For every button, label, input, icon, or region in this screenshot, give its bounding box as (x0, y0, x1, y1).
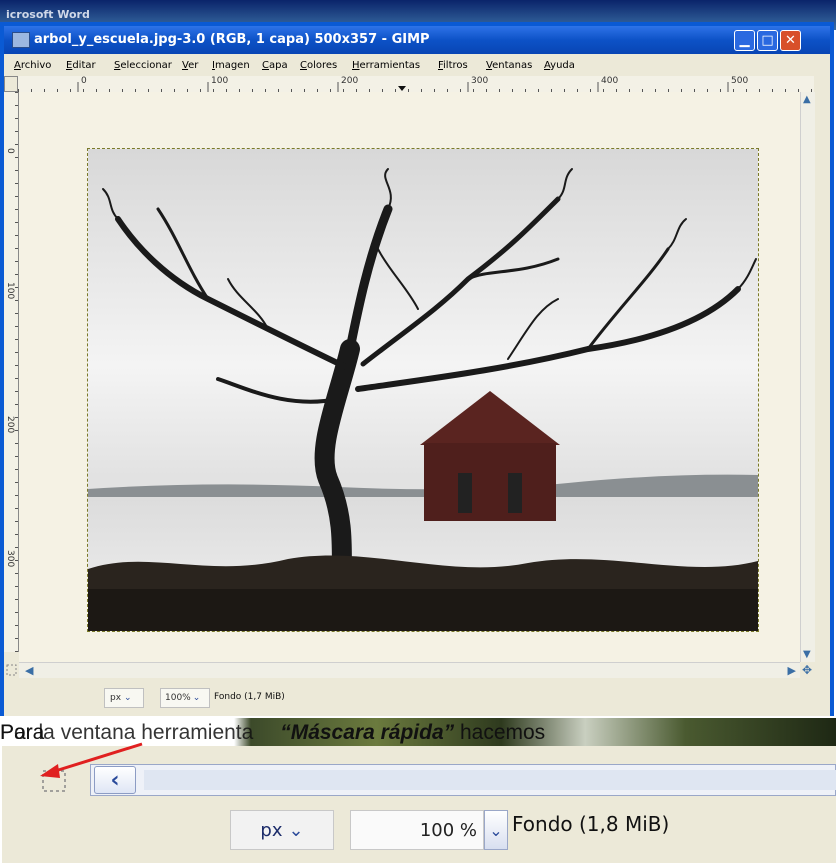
menu-seleccionar[interactable]: Seleccionar (114, 60, 172, 71)
zoomed-unit-select[interactable]: px ⌄ (230, 810, 334, 850)
menu-ver[interactable]: Ver (182, 60, 198, 71)
vertical-scrollbar[interactable]: ▲ ▼ (800, 92, 815, 662)
image-canvas[interactable] (19, 92, 800, 662)
ruler-tick-label: 300 (471, 76, 489, 86)
quick-mask-toggle[interactable] (4, 662, 19, 678)
scroll-right-icon[interactable]: ▶ (788, 664, 796, 677)
menu-colores[interactable]: Colores (300, 60, 337, 71)
chevron-down-icon: ⌄ (192, 693, 201, 703)
image-layer-boundary[interactable] (87, 148, 759, 632)
caption-highlight: “Máscara rápida” (280, 721, 455, 744)
ruler-tick-label: 400 (601, 76, 619, 86)
menu-archivo[interactable]: Archivo (14, 60, 51, 71)
zoomed-scroll-track[interactable] (144, 770, 836, 790)
background-word-title: icrosoft Word (6, 8, 90, 21)
horizontal-ruler-ticks (18, 82, 814, 92)
ruler-tick-label: 200 (5, 416, 15, 434)
zoom-dropdown-button[interactable]: ⌄ (484, 810, 508, 850)
minimize-button[interactable]: ▁ (734, 30, 755, 51)
zoom-select[interactable]: 100% ⌄ (160, 688, 210, 708)
menu-editar[interactable]: Editar (66, 60, 96, 71)
zoomed-zoom-value: 100 % (419, 819, 477, 841)
gimp-app-icon[interactable] (12, 32, 30, 48)
horizontal-ruler[interactable]: 0 100 200 300 400 500 (18, 76, 814, 93)
scroll-left-icon[interactable]: ◀ (25, 664, 33, 677)
unit-value: px (110, 693, 122, 703)
window-title: arbol_y_escuela.jpg-3.0 (RGB, 1 capa) 50… (34, 32, 430, 47)
close-button[interactable]: ✕ (780, 30, 801, 51)
menu-ayuda[interactable]: Ayuda (544, 60, 575, 71)
scroll-up-icon[interactable]: ▲ (803, 94, 811, 105)
ruler-tick-label: 0 (5, 148, 15, 154)
caption-suffix: hacemos (454, 721, 546, 744)
menu-filtros[interactable]: Filtros (438, 60, 468, 71)
ruler-pointer-marker (398, 86, 406, 91)
zoom-value: 100% (165, 693, 191, 703)
vertical-ruler[interactable]: 0 100 200 300 (4, 92, 19, 652)
ruler-tick-label: 100 (5, 282, 15, 300)
menu-imagen[interactable]: Imagen (212, 60, 250, 71)
ruler-tick-label: 200 (341, 76, 359, 86)
zoomed-detail-panel: ‹ px ⌄ 100 % ⌄ Fondo (1,8 MiB) (2, 742, 836, 863)
menu-ventanas[interactable]: Ventanas (486, 60, 532, 71)
status-bar: px ⌄ 100% ⌄ Fondo (1,7 MiB) (4, 678, 830, 716)
tree-and-school-photo (88, 149, 758, 631)
red-arrow-annotation (40, 742, 143, 778)
ruler-tick-label: 300 (5, 550, 15, 568)
layer-info: Fondo (1,7 MiB) (214, 692, 285, 702)
navigate-icon[interactable]: ✥ (800, 662, 814, 678)
menu-capa[interactable]: Capa (262, 60, 288, 71)
zoomed-layer-info: Fondo (1,8 MiB) (512, 812, 670, 836)
horizontal-scrollbar[interactable]: ◀ ▶ (19, 662, 800, 679)
ruler-tick-label: 100 (211, 76, 229, 86)
menu-bar: Archivo Editar Seleccionar Ver Imagen Ca… (4, 56, 830, 76)
chevron-down-icon: ⌄ (124, 693, 132, 703)
close-icon: ✕ (785, 33, 796, 48)
zoomed-zoom-select[interactable]: 100 % (350, 810, 484, 850)
chevron-down-icon: ⌄ (288, 819, 304, 841)
scroll-down-icon[interactable]: ▼ (803, 649, 811, 660)
ruler-tick-label: 0 (81, 76, 87, 86)
zoomed-unit-value: px (260, 819, 283, 841)
maximize-icon: □ (761, 33, 774, 48)
minimize-icon: ▁ (739, 33, 750, 48)
ruler-tick-label: 500 (731, 76, 749, 86)
vertical-ruler-ticks (15, 92, 18, 652)
menu-herramientas[interactable]: Herramientas (352, 60, 420, 71)
ruler-corner-button[interactable] (4, 76, 18, 92)
chevron-down-icon: ⌄ (489, 820, 503, 840)
maximize-button[interactable]: □ (757, 30, 778, 51)
gimp-image-window: arbol_y_escuela.jpg-3.0 (RGB, 1 capa) 50… (0, 22, 834, 716)
title-bar[interactable]: arbol_y_escuela.jpg-3.0 (RGB, 1 capa) 50… (4, 26, 830, 54)
unit-select[interactable]: px ⌄ (104, 688, 144, 708)
